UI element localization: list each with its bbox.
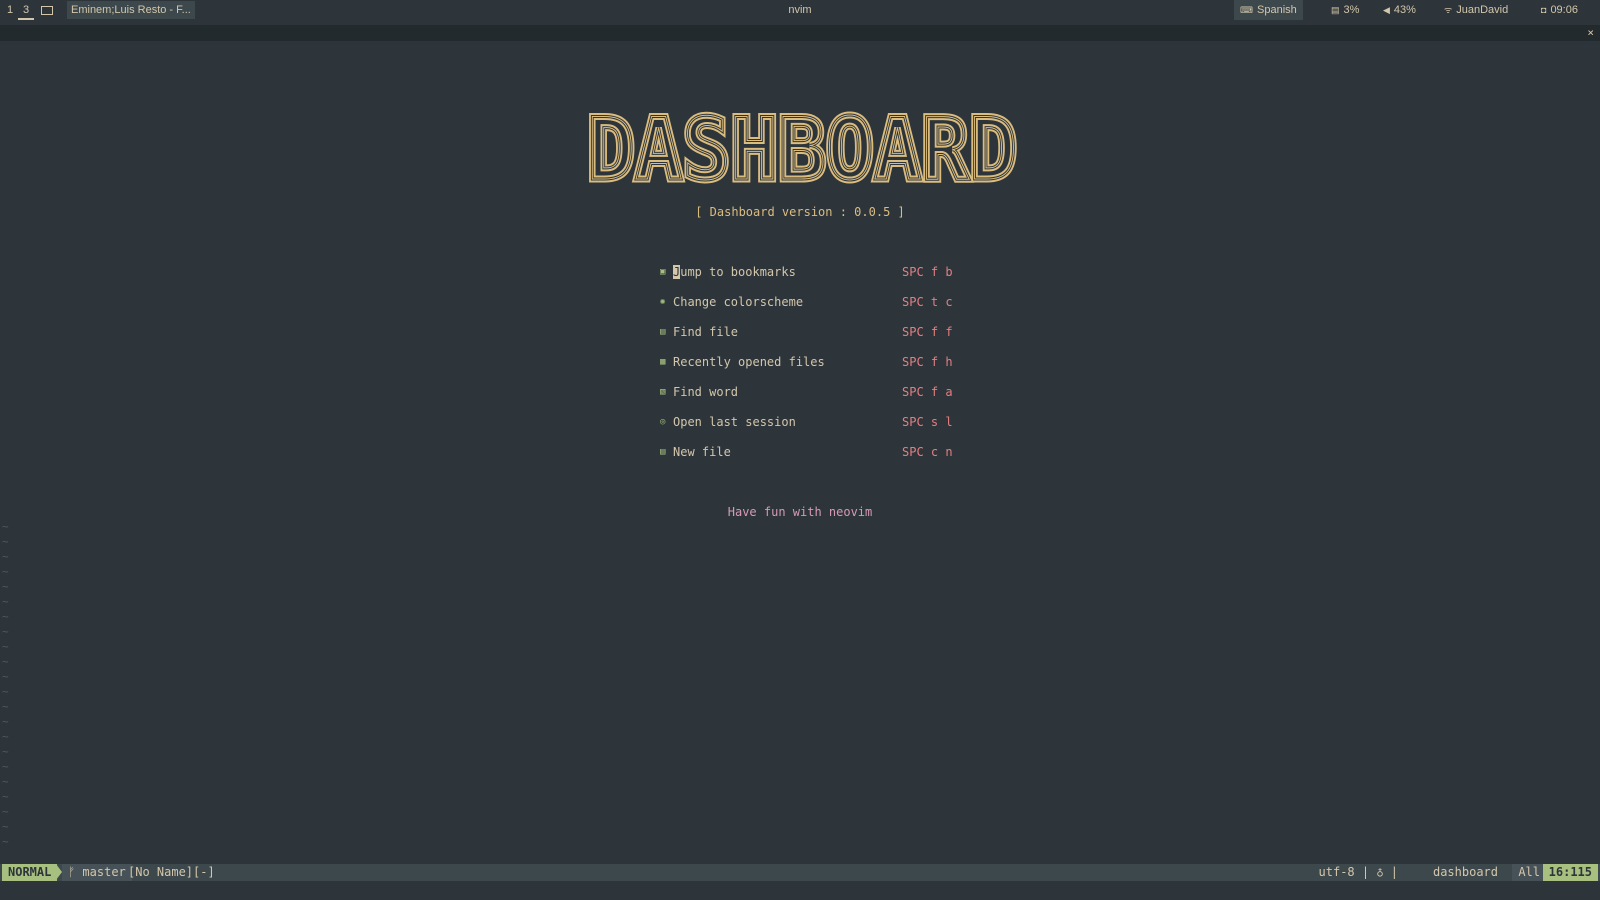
tilde-marker: ~	[2, 730, 9, 743]
empty-line-markers: ~ ~ ~ ~ ~ ~ ~ ~ ~ ~ ~ ~ ~ ~ ~ ~ ~ ~ ~ ~ ~ ~	[2, 519, 9, 849]
mode-indicator: NORMAL	[2, 864, 58, 881]
new-file-icon: ▤	[660, 447, 666, 457]
file-encoding: utf-8 | ♁ |	[1318, 865, 1398, 879]
menu-item-shortcut: SPC f a	[902, 385, 953, 399]
history-icon: ▦	[660, 357, 666, 367]
menu-item-shortcut: SPC f f	[902, 325, 953, 339]
file-name: [No Name][-]	[128, 865, 215, 879]
menu-item-shortcut: SPC f h	[902, 355, 953, 369]
menu-item-shortcut: SPC t c	[902, 295, 953, 309]
nvim-statusline: NORMAL ᚠ master [No Name][-] utf-8 | ♁ |…	[0, 864, 1600, 881]
tilde-marker: ~	[2, 820, 9, 833]
menu-item-colorscheme[interactable]: ✺ Change colorscheme SPC t c	[660, 294, 960, 310]
volume-label: 43%	[1393, 4, 1416, 16]
tilde-marker: ~	[2, 775, 9, 788]
menu-item-label: New file	[673, 445, 731, 459]
menu-item-shortcut: SPC c n	[902, 445, 953, 459]
volume-icon: ◀	[1383, 5, 1390, 15]
close-tab-button[interactable]: ×	[1587, 25, 1594, 41]
palette-icon: ✺	[660, 297, 666, 307]
dashboard-banner: DASHBOARD DASHBOARD DASHBOARD	[584, 99, 1021, 187]
volume-indicator[interactable]: ◀ 43%	[1377, 0, 1422, 20]
file-icon: ▤	[660, 327, 666, 337]
keyboard-icon: ⌨	[1240, 5, 1253, 15]
tilde-marker: ~	[2, 655, 9, 668]
tilde-marker: ~	[2, 625, 9, 638]
menu-item-shortcut: SPC f b	[902, 265, 953, 279]
system-top-bar: 1 3 Eminem;Luis Resto - F... nvim ⌨ Spani…	[0, 0, 1600, 21]
keyboard-layout-indicator[interactable]: ⌨ Spanish	[1234, 0, 1303, 20]
window-layout-icon[interactable]	[41, 6, 53, 15]
tilde-marker: ~	[2, 805, 9, 818]
tilde-marker: ~	[2, 685, 9, 698]
tilde-marker: ~	[2, 520, 9, 533]
nvim-tabline: ×	[0, 25, 1600, 41]
session-icon: ◎	[660, 417, 666, 427]
wifi-icon: ᯤ	[1444, 5, 1453, 15]
tilde-marker: ~	[2, 835, 9, 848]
bookmark-icon: ▣	[660, 267, 666, 277]
menu-item-label: Find word	[673, 385, 739, 399]
menu-item-last-session[interactable]: ◎ Open last session SPC s l	[660, 414, 960, 430]
disk-usage-indicator[interactable]: ▤ 3%	[1325, 0, 1365, 20]
tilde-marker: ~	[2, 745, 9, 758]
menu-item-label: Change colorscheme	[673, 295, 804, 309]
menu-item-find-word[interactable]: ▧ Find word SPC f a	[660, 384, 960, 400]
cursor-position: 16:115	[1542, 864, 1598, 881]
keyboard-layout-label: Spanish	[1257, 4, 1297, 16]
clock-label: 09:06	[1550, 4, 1578, 16]
window-title[interactable]: Eminem;Luis Resto - F...	[67, 1, 195, 19]
dashboard-version: [ Dashboard version : 0.0.5 ]	[695, 205, 905, 219]
menu-item-label: Jump to bookmarks	[673, 264, 796, 280]
git-branch: ᚠ master	[62, 864, 132, 881]
network-label: JuanDavid	[1456, 4, 1509, 16]
tilde-marker: ~	[2, 760, 9, 773]
tilde-marker: ~	[2, 595, 9, 608]
tilde-marker: ~	[2, 580, 9, 593]
search-doc-icon: ▧	[660, 387, 666, 397]
scroll-position: All	[1512, 864, 1546, 881]
tilde-marker: ~	[2, 565, 9, 578]
menu-item-bookmarks[interactable]: ▣ Jump to bookmarks SPC f b	[660, 264, 960, 280]
disk-icon: ▤	[1331, 5, 1340, 15]
menu-item-label-rest: ump to bookmarks	[680, 265, 796, 279]
tilde-marker: ~	[2, 535, 9, 548]
menu-item-find-file[interactable]: ▤ Find file SPC f f	[660, 324, 960, 340]
tilde-marker: ~	[2, 670, 9, 683]
tilde-marker: ~	[2, 715, 9, 728]
menu-item-label: Find file	[673, 325, 739, 339]
focused-window-title: nvim	[788, 4, 812, 16]
menu-item-label: Recently opened files	[673, 355, 825, 369]
screen: 1 3 Eminem;Luis Resto - F... nvim ⌨ Spani…	[0, 0, 1600, 900]
clock-indicator[interactable]: ◘ 09:06	[1535, 0, 1584, 20]
tilde-marker: ~	[2, 640, 9, 653]
workspace-1-button[interactable]: 1	[2, 0, 18, 20]
tilde-marker: ~	[2, 700, 9, 713]
tilde-marker: ~	[2, 610, 9, 623]
menu-item-recent-files[interactable]: ▦ Recently opened files SPC f h	[660, 354, 960, 370]
network-indicator[interactable]: ᯤ JuanDavid	[1438, 0, 1514, 20]
workspace-3-button[interactable]: 3	[18, 0, 34, 20]
clock-icon: ◘	[1541, 5, 1547, 15]
disk-usage-label: 3%	[1343, 4, 1360, 16]
tilde-marker: ~	[2, 790, 9, 803]
file-type: dashboard	[1432, 865, 1498, 879]
menu-item-new-file[interactable]: ▤ New file SPC c n	[660, 444, 960, 460]
dashboard-footer: Have fun with neovim	[727, 505, 873, 519]
tilde-marker: ~	[2, 550, 9, 563]
menu-item-shortcut: SPC s l	[902, 415, 953, 429]
menu-item-label: Open last session	[673, 415, 796, 429]
dashboard-banner-core: DASHBOARD	[587, 100, 1017, 187]
